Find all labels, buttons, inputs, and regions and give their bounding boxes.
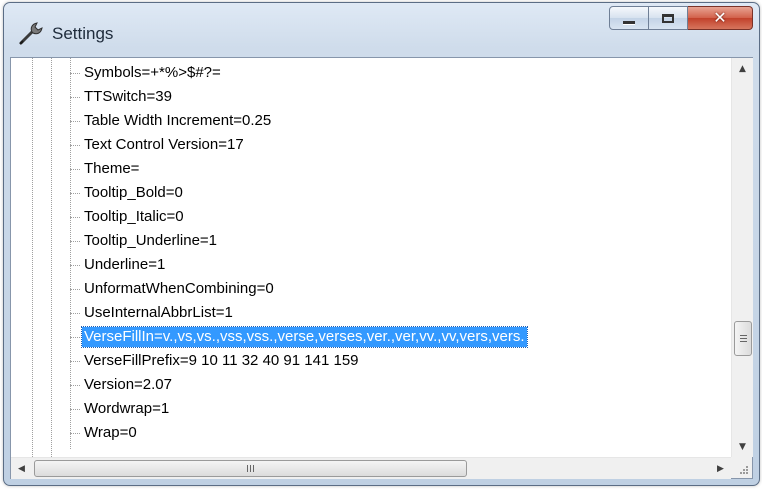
minimize-icon [623,20,635,24]
horizontal-scroll-thumb[interactable] [34,460,467,477]
scroll-up-arrow-icon[interactable]: ▲ [732,58,753,79]
tree-item-label: VerseFillPrefix=9 10 11 32 40 91 141 159 [84,352,359,369]
minimize-button[interactable] [609,6,649,30]
tree-item-label: Version=2.07 [84,376,172,393]
vertical-scrollbar[interactable]: ▲ ▼ [731,58,753,457]
tree-item-label: Theme= [84,160,140,177]
tree-item-label: TTSwitch=39 [84,88,172,105]
settings-tree-view[interactable]: Symbols=+*%>$#?= TTSwitch=39 Table Width… [10,57,753,479]
tree-guide-line [32,58,33,457]
tree-item-label: Tooltip_Italic=0 [84,208,184,225]
tree-item-label: Text Control Version=17 [84,136,244,153]
vertical-scroll-thumb[interactable] [734,321,752,356]
tree-item-label: Table Width Increment=0.25 [84,112,272,129]
close-button[interactable]: ✕ [688,6,753,30]
tree-items-area: Symbols=+*%>$#?= TTSwitch=39 Table Width… [11,58,731,457]
window-title: Settings [52,24,114,43]
tree-item-label: Tooltip_Underline=1 [84,232,218,249]
tree-guide-line [51,58,52,457]
tree-item-label: VerseFillIn=v.,vs,vs.,vss,vss.,verse,ver… [81,326,528,348]
wrench-icon [19,22,43,45]
maximize-button[interactable] [649,6,688,30]
tree-item-label: Tooltip_Bold=0 [84,184,183,201]
close-icon: ✕ [713,8,727,27]
scroll-left-arrow-icon[interactable]: ◀ [11,458,32,479]
scroll-right-arrow-icon[interactable]: ▶ [710,458,731,479]
tree-guide-line [70,58,71,449]
grip-icon [247,465,254,472]
maximize-icon [662,13,674,23]
tree-item-label: Wrap=0 [84,424,137,441]
tree-item-label: Wordwrap=1 [84,400,170,417]
title-bar[interactable]: Settings ✕ [4,3,759,57]
tree-item-label: Symbols=+*%>$#?= [84,64,221,81]
tree-item-label: UseInternalAbbrList=1 [84,304,233,321]
tree-item-label: UnformatWhenCombining=0 [84,280,274,297]
settings-window: Settings ✕ Symbols=+*%>$#?= TTSwitch=39 … [3,2,760,486]
size-grip-icon[interactable] [731,457,752,478]
horizontal-scrollbar[interactable]: ◀ ▶ [11,457,731,479]
tree-item-label: Underline=1 [84,256,166,273]
grip-icon [739,335,747,342]
scroll-down-arrow-icon[interactable]: ▼ [732,436,753,457]
caption-buttons: ✕ [609,4,753,30]
